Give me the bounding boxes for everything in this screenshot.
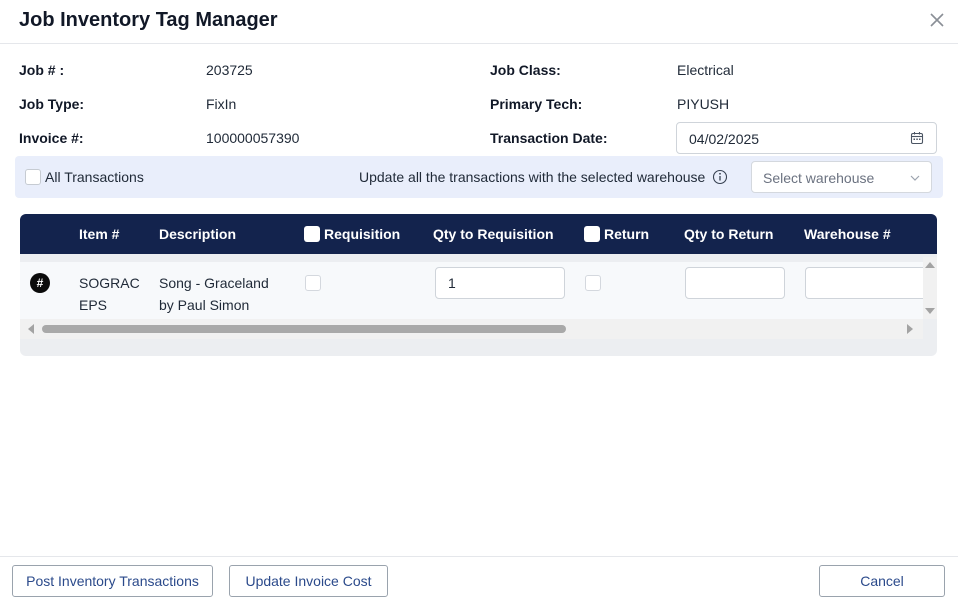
update-warehouse-text: Update all the transactions with the sel… xyxy=(359,169,706,185)
horizontal-scrollbar[interactable] xyxy=(20,319,923,339)
invoice-number-label: Invoice #: xyxy=(19,130,84,146)
close-icon[interactable] xyxy=(926,9,948,31)
qty-to-return-input[interactable] xyxy=(685,267,785,299)
column-header-return: Return xyxy=(604,226,650,242)
job-number-label: Job # : xyxy=(19,62,65,78)
job-class-value: Electrical xyxy=(677,62,734,78)
column-header-qty-to-requisition: Qty to Requisition xyxy=(433,226,554,242)
description-line-1: Song - Graceland xyxy=(159,275,269,291)
warehouse-select-placeholder: Select warehouse xyxy=(763,170,875,186)
primary-tech-label: Primary Tech: xyxy=(490,96,583,112)
vertical-scrollbar[interactable] xyxy=(923,257,937,319)
column-header-warehouse: Warehouse # xyxy=(804,226,891,242)
transactions-grid: Item # Description Requisition Qty to Re… xyxy=(20,214,937,356)
all-transactions-label: All Transactions xyxy=(45,169,144,185)
scroll-left-arrow-icon[interactable] xyxy=(27,324,35,334)
warehouse-select[interactable]: Select warehouse xyxy=(751,161,932,193)
all-transactions-checkbox[interactable] xyxy=(25,169,41,185)
requisition-select-all-checkbox[interactable] xyxy=(304,226,320,242)
chevron-down-icon xyxy=(910,175,920,181)
transaction-date-value: 04/02/2025 xyxy=(689,131,760,147)
scroll-down-arrow-icon[interactable] xyxy=(925,307,935,315)
dialog-header: Job Inventory Tag Manager xyxy=(0,0,958,44)
item-number-line-2: EPS xyxy=(79,297,108,313)
cancel-button[interactable]: Cancel xyxy=(819,565,945,597)
scroll-right-arrow-icon[interactable] xyxy=(906,324,914,334)
scroll-up-arrow-icon[interactable] xyxy=(925,261,935,269)
transaction-date-input[interactable]: 04/02/2025 xyxy=(676,122,937,154)
description-line-2: by Paul Simon xyxy=(159,297,250,313)
job-type-label: Job Type: xyxy=(19,96,85,112)
grid-header: Item # Description Requisition Qty to Re… xyxy=(20,214,937,254)
row-return-checkbox[interactable] xyxy=(585,275,601,291)
row-item-number: SOGRAC EPS xyxy=(79,272,140,316)
post-inventory-transactions-button[interactable]: Post Inventory Transactions xyxy=(12,565,213,597)
calendar-icon[interactable] xyxy=(910,131,924,145)
update-invoice-cost-button[interactable]: Update Invoice Cost xyxy=(229,565,388,597)
row-requisition-checkbox[interactable] xyxy=(305,275,321,291)
transaction-date-label: Transaction Date: xyxy=(490,130,608,146)
column-header-qty-to-return: Qty to Return xyxy=(684,226,774,242)
return-select-all-checkbox[interactable] xyxy=(584,226,600,242)
job-class-label: Job Class: xyxy=(490,62,561,78)
row-description: Song - Graceland by Paul Simon xyxy=(159,272,269,316)
item-number-line-1: SOGRAC xyxy=(79,275,140,291)
info-icon[interactable] xyxy=(712,169,728,185)
job-type-value: FixIn xyxy=(206,96,237,112)
column-header-description: Description xyxy=(159,226,237,242)
column-header-item: Item # xyxy=(79,226,120,242)
dialog-title: Job Inventory Tag Manager xyxy=(19,9,278,31)
primary-tech-value: PIYUSH xyxy=(677,96,730,112)
qty-to-requisition-input[interactable] xyxy=(435,267,565,299)
warehouse-input[interactable] xyxy=(805,267,923,299)
job-number-value: 203725 xyxy=(206,62,253,78)
row-number-badge[interactable]: # xyxy=(30,273,50,293)
horizontal-scroll-thumb[interactable] xyxy=(42,325,566,333)
invoice-number-value: 100000057390 xyxy=(206,130,300,146)
column-header-requisition: Requisition xyxy=(324,226,401,242)
